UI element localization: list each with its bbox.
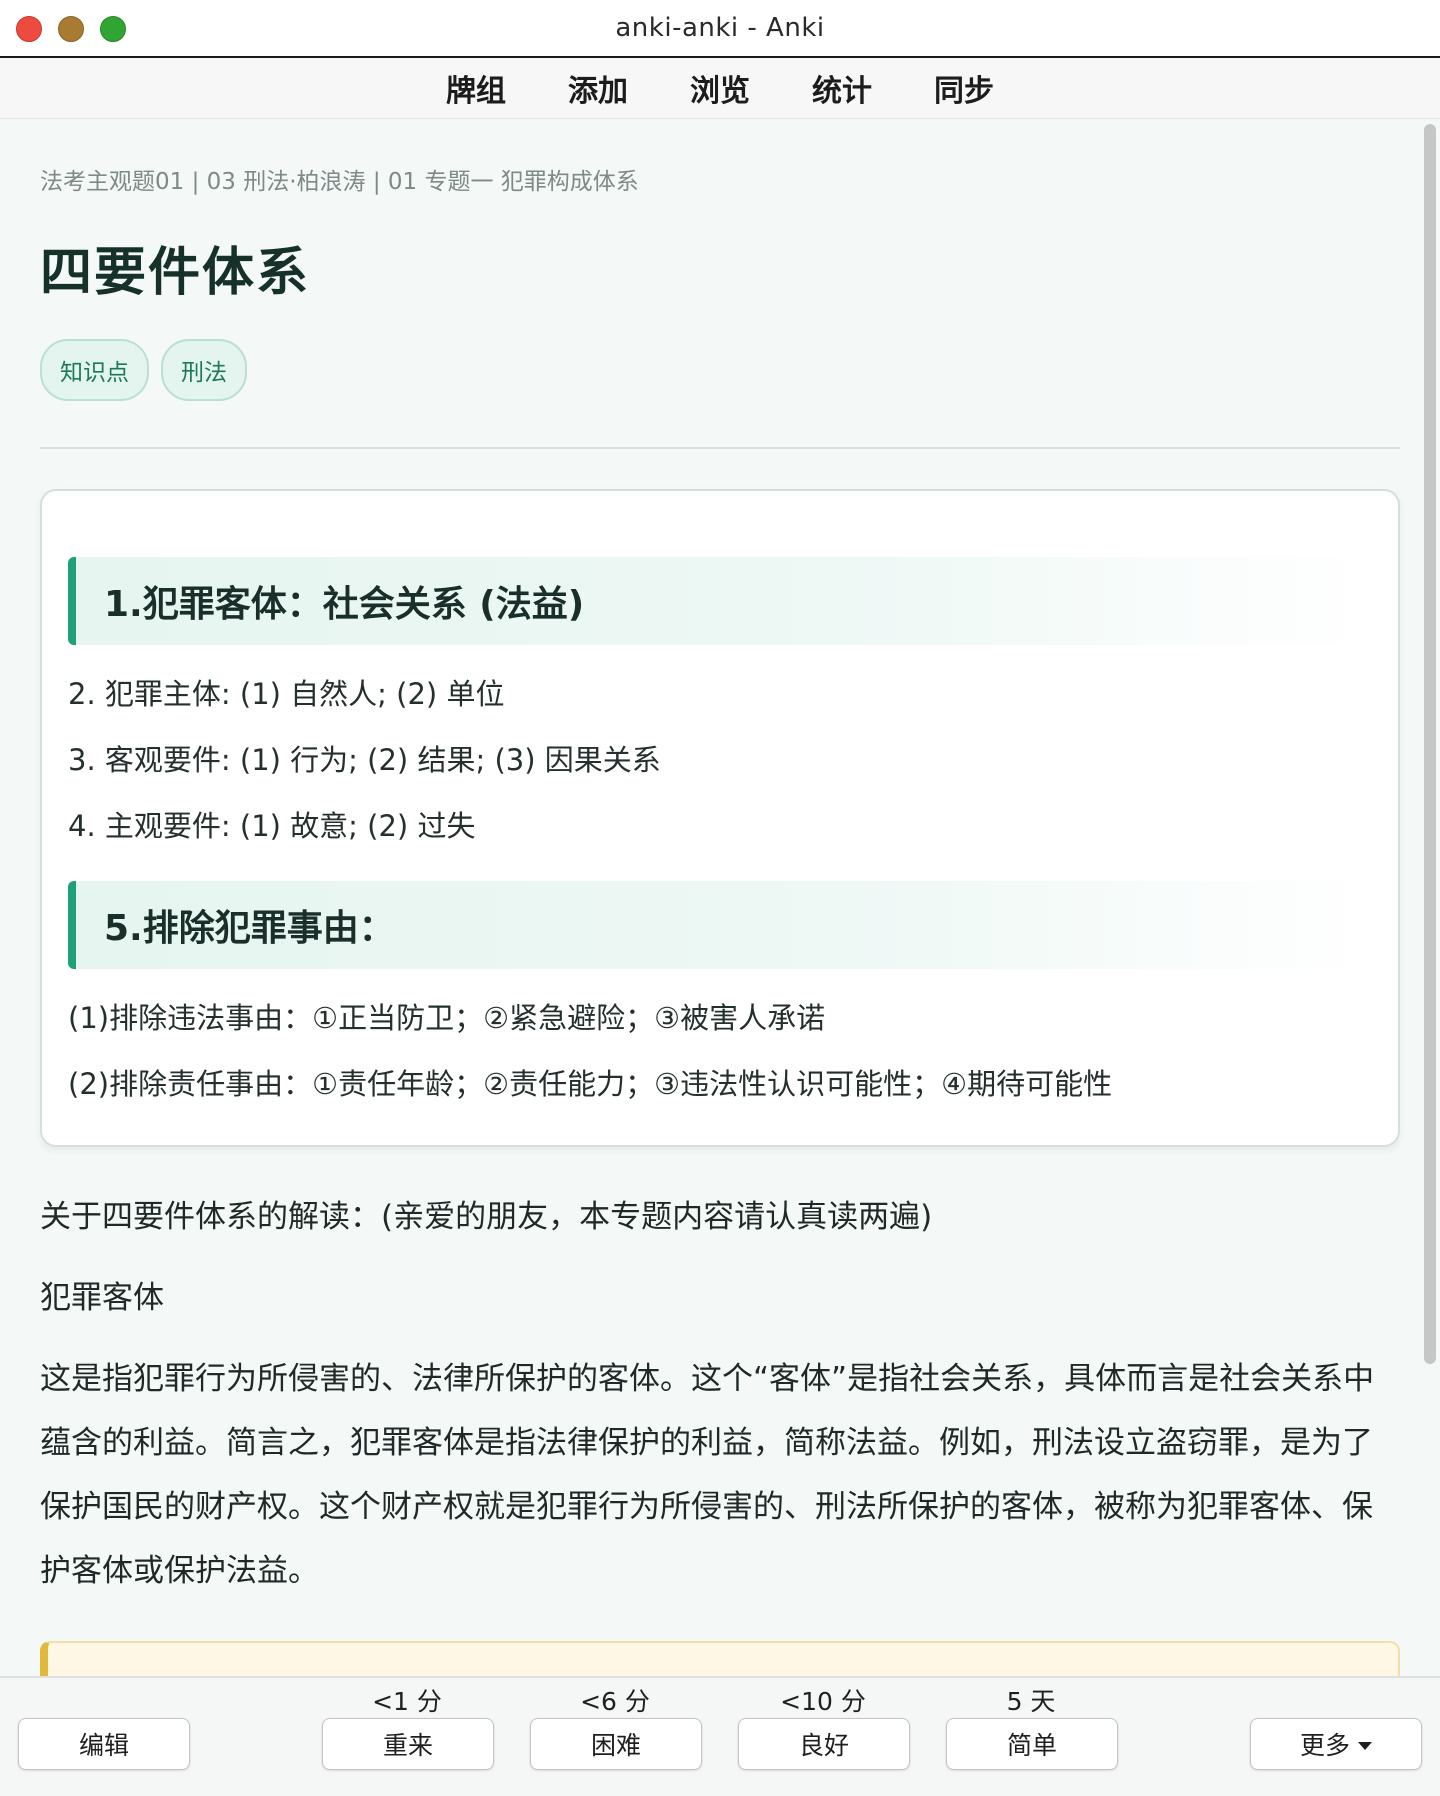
card-title: 四要件体系 <box>40 243 311 303</box>
easy-button[interactable]: 简单 <box>946 1718 1118 1770</box>
toolbar-decks[interactable]: 牌组 <box>444 66 508 110</box>
toolbar-add[interactable]: 添加 <box>566 66 630 110</box>
more-button[interactable]: 更多 <box>1250 1718 1422 1770</box>
toolbar-sync[interactable]: 同步 <box>932 66 996 110</box>
divider <box>40 447 1400 449</box>
good-interval: <10 分 <box>780 1687 866 1716</box>
again-interval: <1 分 <box>372 1687 442 1716</box>
anki-window: anki-anki - Anki 牌组 添加 浏览 统计 同步 法考主观题01 … <box>0 0 1440 1796</box>
list-item: (1)排除违法事由：①正当防卫；②紧急避险；③被害人承诺 <box>68 1001 826 1035</box>
more-label: 更多 <box>1299 1731 1350 1760</box>
window-title: anki-anki - Anki <box>615 13 825 43</box>
note-box: 注意 <box>40 1641 1400 1676</box>
again-button[interactable]: 重来 <box>322 1718 494 1770</box>
close-window-button[interactable] <box>16 16 42 42</box>
card-content-area[interactable]: 法考主观题01 | 03 刑法·柏浪涛 | 01 专题一 犯罪构成体系 四要件体… <box>0 120 1420 1676</box>
card-inner: 法考主观题01 | 03 刑法·柏浪涛 | 01 专题一 犯罪构成体系 四要件体… <box>40 120 1400 1676</box>
maximize-window-button[interactable] <box>100 16 126 42</box>
good-button[interactable]: 良好 <box>738 1718 910 1770</box>
section-heading-exclusion: 5.排除犯罪事由： <box>68 881 1370 969</box>
tag-criminal-law: 刑法 <box>161 339 247 401</box>
easy-interval: 5 天 <box>1006 1687 1056 1716</box>
deck-breadcrumb: 法考主观题01 | 03 刑法·柏浪涛 | 01 专题一 犯罪构成体系 <box>40 169 639 195</box>
hard-button[interactable]: 困难 <box>530 1718 702 1770</box>
edit-button[interactable]: 编辑 <box>18 1718 190 1770</box>
hard-interval: <6 分 <box>580 1687 650 1716</box>
minimize-window-button[interactable] <box>58 16 84 42</box>
list-item: (2)排除责任事由：①责任年龄；②责任能力；③违法性认识可能性；④期待可能性 <box>68 1067 1113 1101</box>
explanation-subheading: 犯罪客体 <box>40 1280 164 1316</box>
section-heading-object: 1.犯罪客体：社会关系 (法益) <box>68 557 1370 645</box>
explanation-intro: 关于四要件体系的解读：(亲爱的朋友，本专题内容请认真读两遍) <box>40 1199 933 1235</box>
summary-card: 1.犯罪客体：社会关系 (法益) 2. 犯罪主体: (1) 自然人; (2) 单… <box>40 489 1400 1147</box>
caret-down-icon <box>1358 1742 1372 1750</box>
title-bar: anki-anki - Anki <box>0 0 1440 58</box>
review-bottom-bar: 编辑 <1 分 重来 <6 分 困难 <10 分 良好 5 天 简单 更多 <box>0 1676 1440 1796</box>
tag-list: 知识点 刑法 <box>40 339 1400 401</box>
list-item: 3. 客观要件: (1) 行为; (2) 结果; (3) 因果关系 <box>68 743 661 777</box>
toolbar-stats[interactable]: 统计 <box>810 66 874 110</box>
tag-knowledge-point: 知识点 <box>40 339 149 401</box>
list-item: 2. 犯罪主体: (1) 自然人; (2) 单位 <box>68 677 505 711</box>
toolbar-browse[interactable]: 浏览 <box>688 66 752 110</box>
window-controls <box>16 16 126 42</box>
explanation-paragraph: 这是指犯罪行为所侵害的、法律所保护的客体。这个“客体”是指社会关系，具体而言是社… <box>40 1361 1375 1589</box>
main-toolbar: 牌组 添加 浏览 统计 同步 <box>0 58 1440 119</box>
list-item: 4. 主观要件: (1) 故意; (2) 过失 <box>68 809 476 843</box>
vertical-scrollbar[interactable] <box>1424 124 1436 1364</box>
